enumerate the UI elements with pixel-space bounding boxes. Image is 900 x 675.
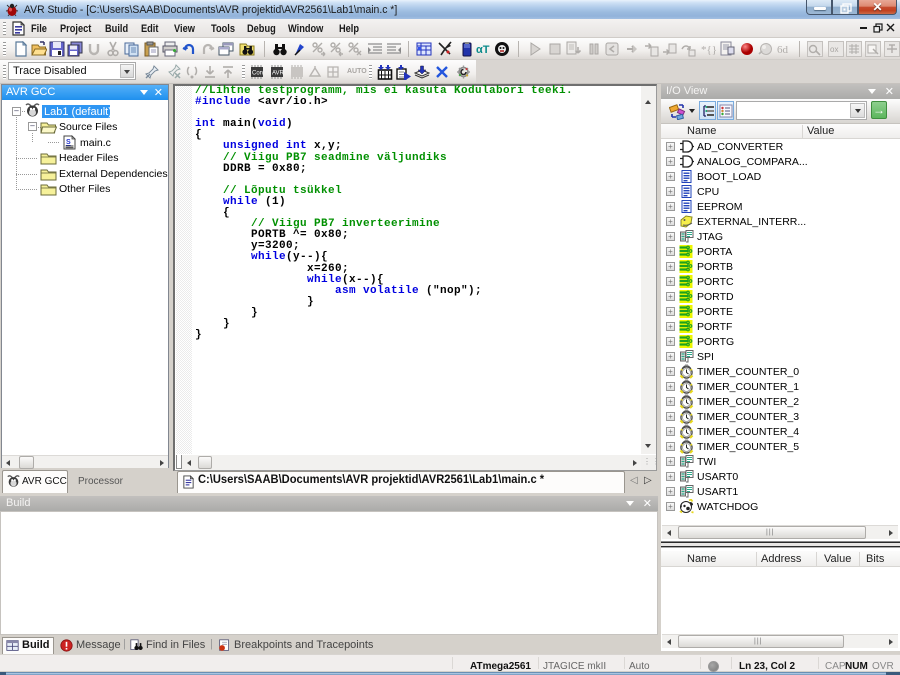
svg-text:AVR: AVR <box>272 71 285 77</box>
svg-text:Con: Con <box>252 71 263 77</box>
svg-text:ox: ox <box>830 45 838 54</box>
svg-text:*{}: *{} <box>701 44 716 56</box>
svg-text:S: S <box>66 139 71 146</box>
svg-text:6d: 6d <box>777 44 789 56</box>
